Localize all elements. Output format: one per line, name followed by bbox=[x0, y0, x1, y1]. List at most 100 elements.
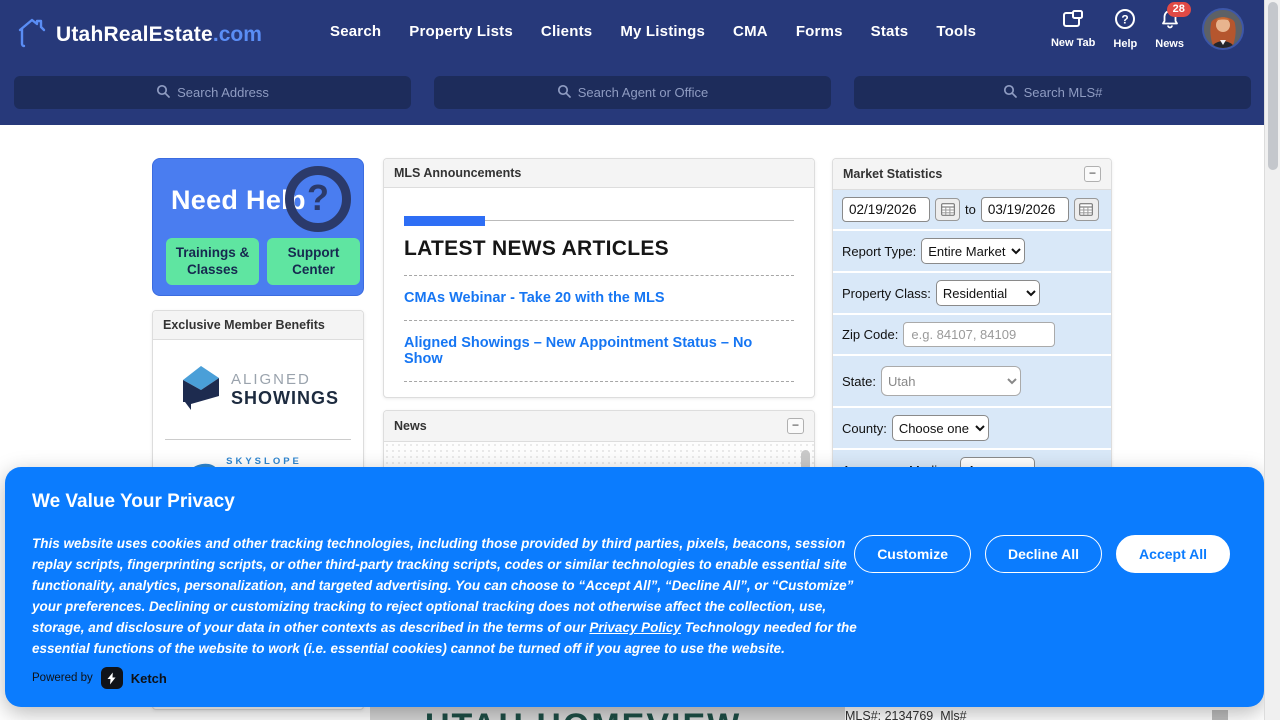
zip-code-row: Zip Code: bbox=[833, 315, 1111, 356]
county-select[interactable]: Choose one bbox=[892, 415, 989, 441]
trainings-classes-button[interactable]: Trainings & Classes bbox=[166, 238, 259, 285]
decline-all-button[interactable]: Decline All bbox=[985, 535, 1102, 573]
search-icon bbox=[557, 84, 571, 101]
skyslope-text: SKYSLOPE bbox=[226, 456, 328, 467]
date-range-row: to bbox=[833, 190, 1111, 231]
accent-rule bbox=[404, 220, 794, 221]
report-type-select[interactable]: Entire Market bbox=[921, 238, 1025, 264]
search-icon bbox=[1003, 84, 1017, 101]
news-button[interactable]: 28 News bbox=[1155, 8, 1184, 50]
nav-stats[interactable]: Stats bbox=[871, 23, 909, 40]
search-agent-office-field[interactable]: Search Agent or Office bbox=[434, 76, 831, 109]
zip-code-input[interactable] bbox=[903, 322, 1055, 347]
accept-all-button[interactable]: Accept All bbox=[1116, 535, 1230, 573]
top-navigation-bar: UtahRealEstate.com Search Property Lists… bbox=[0, 0, 1264, 125]
search-agent-placeholder: Search Agent or Office bbox=[578, 85, 709, 100]
news-bell-icon: 28 bbox=[1159, 8, 1181, 35]
property-class-label: Property Class: bbox=[842, 286, 931, 301]
aligned-text: ALIGNED bbox=[231, 371, 339, 388]
new-tab-button[interactable]: New Tab bbox=[1051, 9, 1095, 49]
question-mark-icon: ? bbox=[285, 166, 351, 232]
news-badge: 28 bbox=[1167, 2, 1191, 17]
property-class-row: Property Class: Residential bbox=[833, 273, 1111, 315]
page-scrollbar-thumb[interactable] bbox=[1268, 2, 1278, 170]
site-logo[interactable]: UtahRealEstate.com bbox=[14, 16, 262, 53]
user-avatar[interactable] bbox=[1202, 8, 1244, 50]
powered-by-label: Powered by bbox=[32, 672, 93, 684]
news-header: News − bbox=[384, 411, 814, 442]
article-link-cmas-webinar[interactable]: CMAs Webinar - Take 20 with the MLS bbox=[404, 290, 794, 306]
nav-search[interactable]: Search bbox=[330, 23, 381, 40]
house-logo-icon bbox=[14, 16, 50, 53]
svg-text:?: ? bbox=[1122, 13, 1129, 27]
article-link-aligned-showings[interactable]: Aligned Showings – New Appointment Statu… bbox=[404, 335, 794, 367]
news-label: News bbox=[1155, 38, 1184, 50]
nav-cma[interactable]: CMA bbox=[733, 23, 768, 40]
news-title: News bbox=[394, 419, 427, 433]
clipped-mls-text: MLS#: 2134769 Mls# bbox=[845, 709, 967, 720]
search-address-field[interactable]: Search Address bbox=[14, 76, 411, 109]
header-actions: New Tab ? Help 28 bbox=[1051, 8, 1244, 50]
date-to-input[interactable] bbox=[981, 197, 1069, 222]
calendar-icon[interactable] bbox=[1074, 198, 1099, 221]
dashed-divider bbox=[404, 381, 794, 382]
property-class-select[interactable]: Residential bbox=[936, 280, 1040, 306]
search-mls-field[interactable]: Search MLS# bbox=[854, 76, 1251, 109]
state-row: State: Utah bbox=[833, 356, 1111, 408]
page-scrollbar-track bbox=[1264, 0, 1280, 720]
date-from-input[interactable] bbox=[842, 197, 930, 222]
accent-bar bbox=[404, 216, 485, 226]
privacy-body: This website uses cookies and other trac… bbox=[32, 533, 880, 659]
latest-news-heading: LATEST NEWS ARTICLES bbox=[404, 237, 794, 261]
support-center-button[interactable]: Support Center bbox=[267, 238, 360, 285]
privacy-buttons: Customize Decline All Accept All bbox=[854, 535, 1230, 573]
nav-my-listings[interactable]: My Listings bbox=[620, 23, 705, 40]
mls-announcements-panel: MLS Announcements LATEST NEWS ARTICLES C… bbox=[383, 158, 815, 398]
page: UtahRealEstate.com Search Property Lists… bbox=[0, 0, 1280, 720]
clipped-section-background: UTAH HOMEVIEW bbox=[370, 705, 845, 720]
mls-announcements-header: MLS Announcements bbox=[384, 159, 814, 188]
logo-suffix: .com bbox=[213, 23, 262, 46]
calendar-icon[interactable] bbox=[935, 198, 960, 221]
nav-clients[interactable]: Clients bbox=[541, 23, 592, 40]
privacy-policy-link[interactable]: Privacy Policy bbox=[589, 620, 681, 635]
need-help-card: Need Help ? Trainings & Classes Support … bbox=[152, 158, 364, 296]
cookie-consent-banner: We Value Your Privacy This website uses … bbox=[5, 467, 1264, 707]
mls-announcements-title: MLS Announcements bbox=[394, 166, 521, 180]
help-button[interactable]: ? Help bbox=[1113, 8, 1137, 50]
customize-button[interactable]: Customize bbox=[854, 535, 971, 573]
dashed-divider bbox=[404, 275, 794, 276]
nav-tools[interactable]: Tools bbox=[936, 23, 976, 40]
main-nav: Search Property Lists Clients My Listing… bbox=[330, 0, 976, 62]
aligned-showings-logo[interactable]: ALIGNED SHOWINGS bbox=[153, 340, 363, 439]
news-collapse-button[interactable]: − bbox=[787, 418, 804, 434]
aligned-showings-icon bbox=[177, 362, 223, 417]
privacy-title: We Value Your Privacy bbox=[32, 491, 235, 513]
county-row: County: Choose one bbox=[833, 408, 1111, 450]
nav-property-lists[interactable]: Property Lists bbox=[409, 23, 513, 40]
date-separator: to bbox=[965, 202, 976, 217]
search-icon bbox=[156, 84, 170, 101]
report-type-label: Report Type: bbox=[842, 244, 916, 259]
help-label: Help bbox=[1113, 38, 1137, 50]
market-statistics-header: Market Statistics − bbox=[833, 159, 1111, 190]
report-type-row: Report Type: Entire Market bbox=[833, 231, 1111, 273]
clipped-heading-partial: UTAH HOMEVIEW bbox=[425, 707, 741, 720]
ketch-logo-icon[interactable] bbox=[101, 667, 123, 689]
county-label: County: bbox=[842, 421, 887, 436]
market-statistics-title: Market Statistics bbox=[843, 167, 942, 181]
state-label: State: bbox=[842, 374, 876, 389]
member-benefits-title: Exclusive Member Benefits bbox=[163, 318, 325, 332]
stats-collapse-button[interactable]: − bbox=[1084, 166, 1101, 182]
logo-text: UtahRealEstate bbox=[56, 23, 213, 46]
ketch-brand-label: Ketch bbox=[131, 671, 167, 686]
new-tab-label: New Tab bbox=[1051, 37, 1095, 49]
state-select[interactable]: Utah bbox=[881, 366, 1021, 396]
new-tab-icon bbox=[1062, 9, 1084, 34]
powered-by-row: Powered by Ketch bbox=[32, 667, 167, 689]
dashed-divider bbox=[404, 320, 794, 321]
showings-text: SHOWINGS bbox=[231, 388, 339, 409]
search-address-placeholder: Search Address bbox=[177, 85, 269, 100]
nav-forms[interactable]: Forms bbox=[796, 23, 843, 40]
search-mls-placeholder: Search MLS# bbox=[1024, 85, 1103, 100]
